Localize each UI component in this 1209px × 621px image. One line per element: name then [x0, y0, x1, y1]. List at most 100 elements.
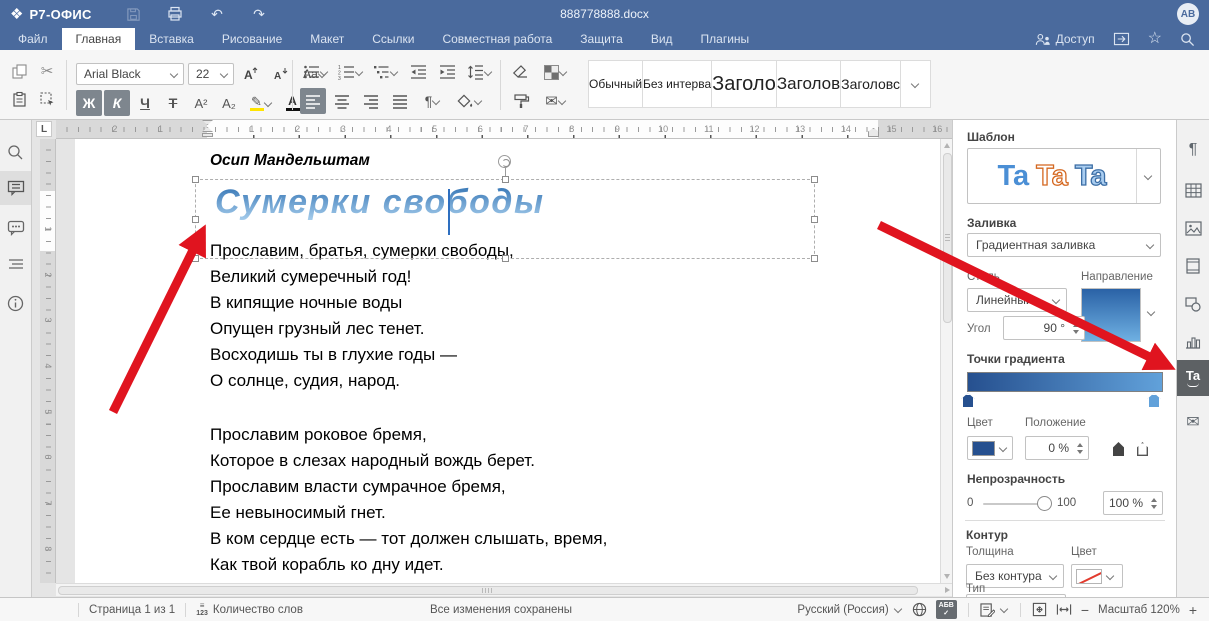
template-gallery[interactable]: TaTaTa	[967, 148, 1161, 204]
left-indent-marker[interactable]	[202, 133, 213, 137]
gradient-style-select[interactable]: Линейный	[967, 288, 1067, 312]
redo-button[interactable]: ↷	[246, 3, 272, 25]
share-access-button[interactable]: Доступ	[1035, 32, 1095, 46]
template-sample[interactable]: Ta	[1075, 160, 1107, 193]
resize-handle-se[interactable]	[811, 255, 818, 262]
horizontal-scroll-thumb[interactable]	[58, 586, 918, 595]
bold-button[interactable]: Ж	[76, 90, 102, 116]
menu-tab[interactable]: Вставка	[135, 28, 208, 50]
word-count-button[interactable]: ≡123 Количество слов	[196, 602, 303, 617]
spin-down-icon[interactable]	[1151, 505, 1157, 509]
spin-down-icon[interactable]	[1073, 330, 1079, 334]
comments-button[interactable]	[0, 171, 31, 205]
paragraph-shading-button[interactable]	[453, 88, 487, 114]
search-button[interactable]	[1180, 32, 1195, 47]
nonprinting-characters-button[interactable]: ¶	[416, 88, 450, 114]
mailmerge-settings-tab[interactable]: ✉	[1177, 406, 1209, 438]
wordart-selection-box[interactable]	[195, 179, 815, 259]
decrease-font-button[interactable]: A	[268, 61, 294, 87]
multilevel-list-button[interactable]	[370, 59, 402, 85]
spin-up-icon[interactable]	[1073, 323, 1079, 327]
clear-style-button[interactable]	[508, 59, 534, 85]
gradient-direction-preview[interactable]	[1081, 288, 1141, 342]
styles-expand-button[interactable]	[901, 60, 931, 108]
menu-tab[interactable]: Плагины	[687, 28, 764, 50]
resize-handle-sw[interactable]	[192, 255, 199, 262]
spin-up-icon[interactable]	[1151, 498, 1157, 502]
resize-handle-w[interactable]	[192, 216, 199, 223]
print-button[interactable]	[162, 3, 188, 25]
document-page[interactable]: Осип Мандельштам Сумерки свободы Прослав…	[75, 139, 940, 583]
numbered-list-button[interactable]: 123	[335, 59, 367, 85]
opacity-spinner[interactable]: 100 %	[1103, 491, 1163, 515]
fit-width-button[interactable]	[1056, 603, 1072, 616]
fill-type-select[interactable]: Градиентная заливка	[967, 233, 1161, 257]
opacity-slider-handle[interactable]	[1037, 496, 1052, 511]
resize-handle-s[interactable]	[502, 255, 509, 262]
resize-handle-ne[interactable]	[811, 176, 818, 183]
gradient-bar[interactable]	[967, 372, 1163, 392]
open-file-location-button[interactable]	[1113, 32, 1130, 46]
stop-color-select[interactable]	[967, 436, 1013, 460]
rotation-handle[interactable]	[498, 155, 511, 168]
align-center-button[interactable]	[329, 88, 355, 114]
horizontal-scrollbar[interactable]	[56, 583, 953, 596]
increase-font-button[interactable]: A	[238, 61, 264, 87]
style-tile[interactable]: Заголо	[712, 60, 777, 108]
copy-style-button[interactable]	[508, 88, 534, 114]
page-number-button[interactable]: Страница 1 из 1	[89, 604, 175, 616]
undo-button[interactable]: ↶	[204, 3, 230, 25]
gradient-stop-right[interactable]	[1147, 393, 1161, 409]
spin-up-icon[interactable]	[1077, 443, 1083, 447]
decrease-indent-button[interactable]	[405, 59, 431, 85]
about-button[interactable]	[0, 286, 31, 320]
align-right-button[interactable]	[358, 88, 384, 114]
style-tile[interactable]: Заголов	[777, 60, 841, 108]
menu-tab[interactable]: Файл	[4, 28, 62, 50]
select-all-button[interactable]	[34, 86, 60, 112]
app-logo[interactable]: ❖ Р7-ОФИС	[10, 7, 120, 22]
remove-gradient-stop-button[interactable]	[1135, 438, 1150, 456]
fit-page-button[interactable]	[1032, 602, 1047, 617]
superscript-button[interactable]: A²	[188, 90, 214, 116]
vertical-ruler[interactable]: 12345678	[40, 139, 56, 583]
opacity-slider-track[interactable]	[983, 503, 1045, 505]
italic-button[interactable]: К	[104, 90, 130, 116]
add-gradient-stop-button[interactable]	[1111, 438, 1126, 456]
horizontal-ruler[interactable]: 2112345678910111213141516	[56, 120, 952, 139]
track-changes-button[interactable]	[980, 603, 1009, 617]
gradient-stop-left[interactable]	[961, 393, 975, 409]
resize-handle-n[interactable]	[502, 176, 509, 183]
chat-button[interactable]	[0, 211, 31, 245]
zoom-in-button[interactable]: +	[1189, 602, 1197, 618]
menu-tab[interactable]: Защита	[566, 28, 637, 50]
align-left-button[interactable]	[300, 88, 326, 114]
font-name-select[interactable]: Arial Black	[76, 63, 184, 85]
scroll-up-arrow[interactable]	[944, 143, 950, 148]
shading-button[interactable]	[538, 59, 574, 85]
template-expand-button[interactable]	[1136, 149, 1160, 203]
textart-settings-tab[interactable]: Ta	[1177, 360, 1209, 396]
avatar[interactable]: АВ	[1177, 3, 1199, 25]
set-document-language-button[interactable]	[912, 602, 927, 617]
paragraph-settings-tab[interactable]: ¶	[1177, 134, 1209, 166]
outline-color-select[interactable]	[1071, 564, 1123, 588]
scroll-right-arrow[interactable]	[945, 587, 950, 593]
save-button[interactable]	[120, 3, 146, 25]
scroll-down-arrow[interactable]	[944, 574, 950, 579]
menu-tab[interactable]: Ссылки	[358, 28, 428, 50]
subscript-button[interactable]: A₂	[216, 90, 242, 116]
menu-tab[interactable]: Вид	[637, 28, 687, 50]
menu-tab[interactable]: Рисование	[208, 28, 296, 50]
spin-down-icon[interactable]	[1077, 450, 1083, 454]
template-sample[interactable]: Ta	[997, 160, 1029, 193]
copy-button[interactable]	[6, 58, 32, 84]
style-tile[interactable]: Заголовс	[841, 60, 901, 108]
template-sample[interactable]: Ta	[1036, 160, 1068, 193]
resize-handle-nw[interactable]	[192, 176, 199, 183]
mail-merge-button[interactable]: ✉	[538, 88, 574, 114]
menu-tab[interactable]: Главная	[62, 28, 136, 50]
vertical-scroll-thumb[interactable]	[943, 153, 952, 323]
menu-tab[interactable]: Совместная работа	[428, 28, 566, 50]
style-tile[interactable]: Без интерва	[643, 60, 712, 108]
